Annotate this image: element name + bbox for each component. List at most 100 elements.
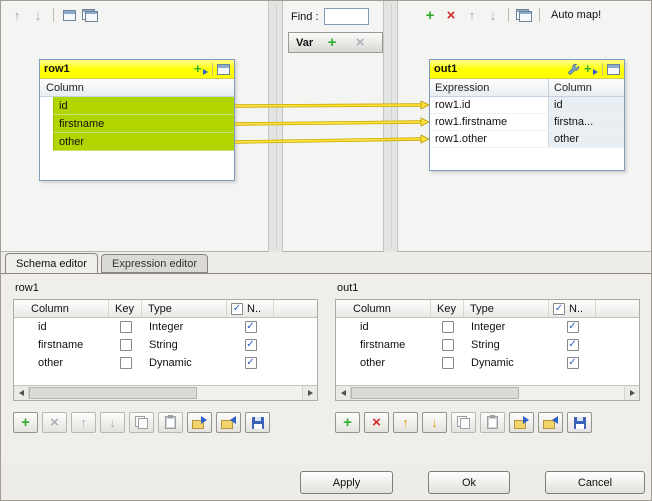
window-icon[interactable] bbox=[607, 64, 620, 75]
expression-cell[interactable]: row1.other bbox=[430, 131, 548, 147]
window-icon[interactable] bbox=[217, 64, 230, 75]
nullable-checkbox[interactable] bbox=[567, 321, 579, 333]
add-column-button[interactable] bbox=[335, 412, 360, 433]
import-schema-button[interactable] bbox=[187, 412, 212, 433]
column-name-cell[interactable]: firstname bbox=[14, 336, 109, 354]
var-add-button[interactable] bbox=[323, 34, 341, 52]
tab-expression-editor[interactable]: Expression editor bbox=[101, 254, 208, 273]
key-checkbox[interactable] bbox=[120, 339, 132, 351]
add-output-button[interactable] bbox=[421, 6, 439, 24]
h-scrollbar[interactable] bbox=[14, 385, 317, 400]
paste-button[interactable] bbox=[158, 412, 183, 433]
splitter-left[interactable] bbox=[268, 1, 283, 252]
input-table-titlebar[interactable]: row1 bbox=[40, 60, 234, 79]
column-cell[interactable]: id bbox=[548, 97, 624, 113]
key-checkbox[interactable] bbox=[442, 321, 454, 333]
move-down-button[interactable] bbox=[29, 6, 47, 24]
column-name-cell[interactable]: other bbox=[14, 354, 109, 372]
output-table-titlebar[interactable]: out1 bbox=[430, 60, 624, 79]
move-down-button[interactable] bbox=[100, 412, 125, 433]
schema-row[interactable]: firstname String bbox=[14, 336, 317, 354]
schema-row[interactable]: id Integer bbox=[336, 318, 639, 336]
move-up-button[interactable] bbox=[393, 412, 418, 433]
key-checkbox[interactable] bbox=[442, 339, 454, 351]
expression-cell[interactable]: row1.firstname bbox=[430, 114, 548, 130]
expression-cell[interactable]: row1.id bbox=[430, 97, 548, 113]
scroll-left-button[interactable] bbox=[336, 386, 351, 400]
nullable-header-checkbox[interactable] bbox=[231, 303, 243, 315]
minimize-table-button[interactable] bbox=[60, 6, 78, 24]
remove-output-button[interactable] bbox=[442, 6, 460, 24]
column-name-cell[interactable]: other bbox=[336, 354, 431, 372]
save-schema-button[interactable] bbox=[567, 412, 592, 433]
column-name-cell[interactable]: id bbox=[14, 318, 109, 336]
key-checkbox[interactable] bbox=[120, 321, 132, 333]
automap-button[interactable]: Auto map! bbox=[546, 8, 606, 22]
type-cell[interactable]: Dynamic bbox=[142, 354, 227, 372]
move-down-button[interactable] bbox=[484, 6, 502, 24]
mapper-row[interactable]: firstname bbox=[40, 115, 234, 133]
type-cell[interactable]: Integer bbox=[142, 318, 227, 336]
type-cell[interactable]: Dynamic bbox=[464, 354, 549, 372]
add-column-icon[interactable] bbox=[584, 63, 598, 76]
move-up-button[interactable] bbox=[71, 412, 96, 433]
column-cell[interactable]: other bbox=[53, 133, 234, 151]
scroll-track[interactable] bbox=[29, 386, 302, 400]
ok-button[interactable]: Ok bbox=[428, 471, 510, 494]
export-schema-button[interactable] bbox=[216, 412, 241, 433]
nullable-header-checkbox[interactable] bbox=[553, 303, 565, 315]
remove-column-button[interactable] bbox=[364, 412, 389, 433]
import-schema-button[interactable] bbox=[509, 412, 534, 433]
restore-tables-button[interactable] bbox=[81, 6, 99, 24]
var-remove-button[interactable] bbox=[351, 34, 369, 52]
save-schema-button[interactable] bbox=[245, 412, 270, 433]
schema-row[interactable]: other Dynamic bbox=[336, 354, 639, 372]
scroll-thumb[interactable] bbox=[29, 387, 197, 399]
export-schema-button[interactable] bbox=[538, 412, 563, 433]
column-name-cell[interactable]: firstname bbox=[336, 336, 431, 354]
row-drag-handle[interactable] bbox=[40, 133, 53, 151]
nullable-checkbox[interactable] bbox=[245, 321, 257, 333]
move-up-button[interactable] bbox=[463, 6, 481, 24]
scroll-left-button[interactable] bbox=[14, 386, 29, 400]
tab-schema-editor[interactable]: Schema editor bbox=[5, 253, 98, 274]
scroll-track[interactable] bbox=[351, 386, 624, 400]
find-input[interactable] bbox=[324, 8, 369, 25]
apply-button[interactable]: Apply bbox=[300, 471, 393, 494]
copy-button[interactable] bbox=[451, 412, 476, 433]
nullable-checkbox[interactable] bbox=[245, 357, 257, 369]
row-drag-handle[interactable] bbox=[40, 97, 53, 115]
mapper-row[interactable]: row1.id id bbox=[430, 97, 624, 114]
key-checkbox[interactable] bbox=[442, 357, 454, 369]
row-drag-handle[interactable] bbox=[40, 115, 53, 133]
column-cell[interactable]: firstname bbox=[53, 115, 234, 133]
scroll-right-button[interactable] bbox=[624, 386, 639, 400]
restore-tables-button[interactable] bbox=[515, 6, 533, 24]
splitter-right[interactable] bbox=[383, 1, 398, 252]
key-checkbox[interactable] bbox=[120, 357, 132, 369]
h-scrollbar[interactable] bbox=[336, 385, 639, 400]
remove-column-button[interactable] bbox=[42, 412, 67, 433]
add-column-button[interactable] bbox=[13, 412, 38, 433]
column-cell[interactable]: firstna... bbox=[548, 114, 624, 130]
mapper-row[interactable]: id bbox=[40, 97, 234, 115]
type-cell[interactable]: String bbox=[464, 336, 549, 354]
column-cell[interactable]: other bbox=[548, 131, 624, 147]
scroll-thumb[interactable] bbox=[351, 387, 519, 399]
nullable-checkbox[interactable] bbox=[567, 357, 579, 369]
add-column-icon[interactable] bbox=[194, 63, 208, 76]
column-name-cell[interactable]: id bbox=[336, 318, 431, 336]
mapper-row[interactable]: other bbox=[40, 133, 234, 151]
copy-button[interactable] bbox=[129, 412, 154, 433]
type-cell[interactable]: Integer bbox=[464, 318, 549, 336]
mapper-row[interactable]: row1.firstname firstna... bbox=[430, 114, 624, 131]
column-cell[interactable]: id bbox=[53, 97, 234, 115]
move-up-button[interactable] bbox=[8, 6, 26, 24]
paste-button[interactable] bbox=[480, 412, 505, 433]
wrench-icon[interactable] bbox=[567, 63, 580, 76]
scroll-right-button[interactable] bbox=[302, 386, 317, 400]
schema-row[interactable]: other Dynamic bbox=[14, 354, 317, 372]
schema-row[interactable]: firstname String bbox=[336, 336, 639, 354]
cancel-button[interactable]: Cancel bbox=[545, 471, 645, 494]
mapper-row[interactable]: row1.other other bbox=[430, 131, 624, 148]
